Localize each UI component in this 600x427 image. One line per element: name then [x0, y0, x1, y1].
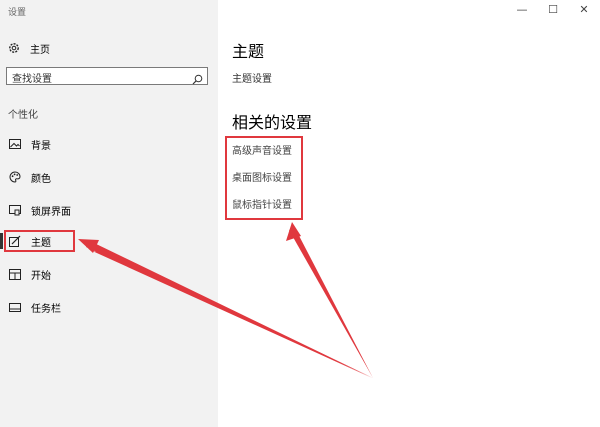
annotation-arrows	[78, 222, 373, 378]
